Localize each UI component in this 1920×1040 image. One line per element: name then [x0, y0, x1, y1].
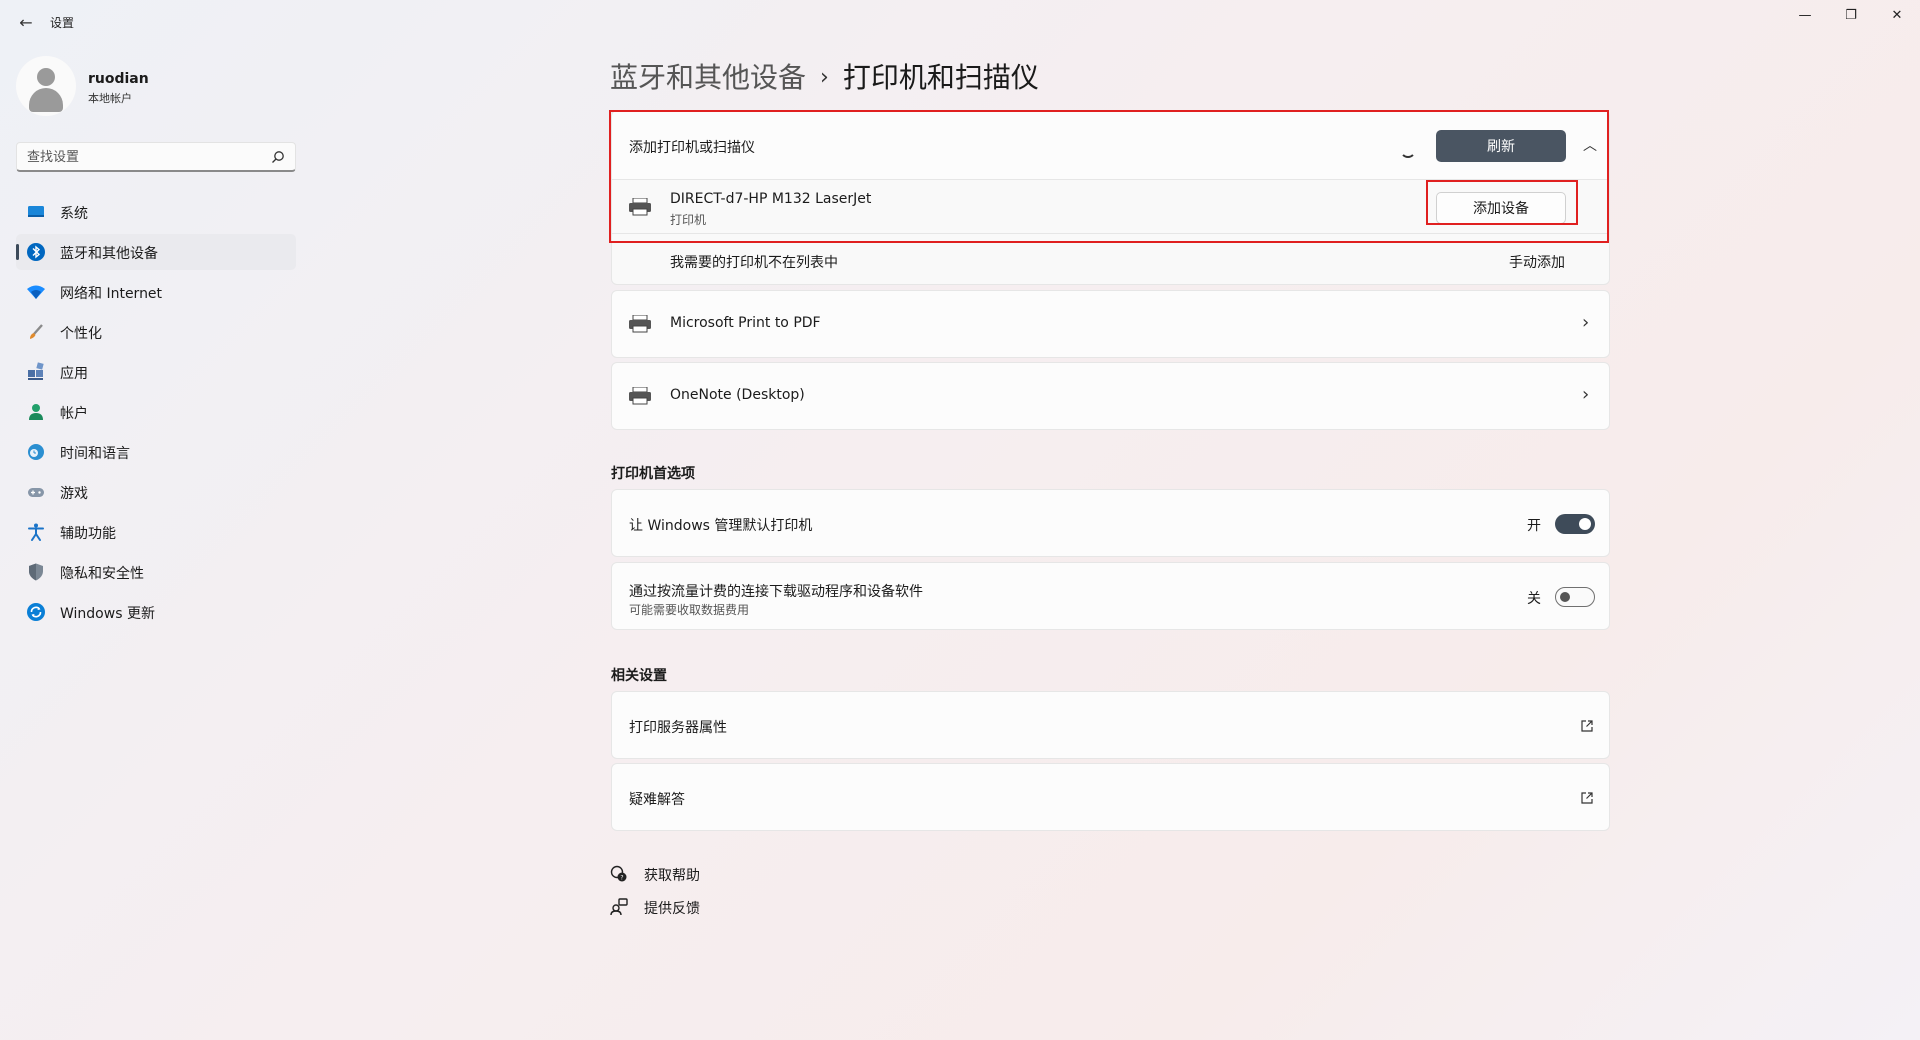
sidebar-item-label: 隐私和安全性: [60, 566, 144, 582]
sidebar-item-time-language[interactable]: 时间和语言: [16, 434, 296, 470]
avatar-body: [29, 88, 63, 112]
print-server-properties-row[interactable]: 打印服务器属性: [611, 691, 1610, 759]
sidebar-item-personalization[interactable]: 个性化: [16, 314, 296, 350]
search-input[interactable]: [17, 143, 257, 171]
update-icon: [27, 603, 45, 621]
accessibility-icon: [28, 523, 44, 541]
apps-icon: [28, 362, 44, 380]
window-title: 设置: [50, 16, 75, 30]
related-settings-heading: 相关设置: [611, 668, 667, 684]
manual-add-button[interactable]: 手动添加: [1509, 252, 1565, 272]
printer-name: Microsoft Print to PDF: [670, 315, 821, 331]
not-listed-text: 我需要的打印机不在列表中: [670, 255, 838, 271]
refresh-button[interactable]: 刷新: [1436, 130, 1566, 162]
sidebar-item-label: 辅助功能: [60, 526, 116, 542]
sidebar-item-bluetooth[interactable]: 蓝牙和其他设备: [16, 234, 296, 270]
external-link-icon[interactable]: [1580, 719, 1594, 733]
feedback-label: 提供反馈: [644, 901, 700, 917]
page-title: 打印机和扫描仪: [842, 61, 1039, 94]
printer-prefs-heading: 打印机首选项: [611, 466, 695, 482]
metered-download-label: 通过按流量计费的连接下载驱动程序和设备软件: [629, 584, 923, 600]
system-icon: [28, 206, 44, 217]
device-name: DIRECT-d7-HP M132 LaserJet: [670, 191, 872, 207]
sidebar-item-gaming[interactable]: 游戏: [16, 474, 296, 510]
troubleshoot-label: 疑难解答: [629, 792, 685, 808]
user-name: ruodian: [88, 71, 149, 87]
printer-row[interactable]: Microsoft Print to PDF ›: [611, 290, 1610, 358]
wifi-icon: [27, 285, 45, 299]
minimize-icon[interactable]: —: [1782, 0, 1828, 32]
brush-icon: [30, 324, 43, 339]
sidebar-item-network[interactable]: 网络和 Internet: [16, 274, 296, 310]
printer-name: OneNote (Desktop): [670, 387, 805, 403]
manage-default-row: 让 Windows 管理默认打印机 开: [611, 489, 1610, 557]
printer-icon: [629, 315, 651, 333]
add-device-button[interactable]: 添加设备: [1436, 192, 1566, 224]
add-printer-title: 添加打印机或扫描仪: [629, 140, 755, 156]
close-icon[interactable]: ✕: [1874, 0, 1920, 32]
svg-text:?: ?: [620, 875, 623, 882]
chevron-right-icon[interactable]: ›: [1582, 312, 1589, 333]
sidebar-item-label: Windows 更新: [60, 606, 155, 622]
help-chat-icon: ?: [610, 865, 627, 882]
external-link-icon[interactable]: [1580, 791, 1594, 805]
breadcrumb-separator: ›: [820, 65, 829, 90]
sidebar-item-apps[interactable]: 应用: [16, 354, 296, 390]
printer-icon: [629, 198, 651, 216]
not-listed-row: 我需要的打印机不在列表中 手动添加: [611, 233, 1610, 285]
metered-download-sublabel: 可能需要收取数据费用: [629, 603, 750, 617]
bluetooth-icon: [27, 243, 45, 261]
time-language-icon: [28, 444, 44, 460]
printer-icon: [629, 387, 651, 405]
sidebar-nav: 系统 蓝牙和其他设备 网络和 Internet 个性化 应用 帐户 时间和语言 …: [16, 194, 296, 634]
get-help-label: 获取帮助: [644, 868, 700, 884]
sidebar-item-system[interactable]: 系统: [16, 194, 296, 230]
avatar[interactable]: [16, 56, 76, 116]
chevron-right-icon[interactable]: ›: [1582, 384, 1589, 405]
sidebar-item-label: 应用: [60, 366, 88, 382]
printer-row[interactable]: OneNote (Desktop) ›: [611, 362, 1610, 430]
avatar-head: [37, 68, 55, 86]
metered-download-row: 通过按流量计费的连接下载驱动程序和设备软件 可能需要收取数据费用 关: [611, 562, 1610, 630]
account-type: 本地帐户: [88, 92, 132, 105]
search-icon[interactable]: [271, 150, 285, 164]
manage-default-state: 开: [1527, 518, 1541, 534]
title-bar: ← 设置 — ❐ ✕: [0, 0, 1920, 46]
manage-default-toggle[interactable]: [1555, 514, 1595, 534]
print-server-properties-label: 打印服务器属性: [629, 720, 727, 736]
gaming-icon: [28, 488, 44, 497]
account-icon: [29, 404, 43, 420]
search-box: [16, 142, 296, 172]
loading-spinner-icon: [1400, 142, 1416, 158]
sidebar-item-label: 蓝牙和其他设备: [60, 246, 158, 262]
device-type: 打印机: [670, 213, 707, 227]
sidebar-item-windows-update[interactable]: Windows 更新: [16, 594, 296, 630]
sidebar-item-label: 系统: [60, 206, 88, 222]
back-arrow-icon[interactable]: ←: [14, 12, 38, 34]
chevron-up-icon[interactable]: ︿: [1578, 134, 1602, 158]
sidebar-item-accounts[interactable]: 帐户: [16, 394, 296, 430]
sidebar-item-label: 个性化: [60, 326, 102, 342]
sidebar-item-label: 游戏: [60, 486, 88, 502]
feedback-icon: [610, 898, 628, 916]
maximize-icon[interactable]: ❐: [1828, 0, 1874, 32]
sidebar-item-label: 时间和语言: [60, 446, 130, 462]
metered-download-state: 关: [1527, 591, 1541, 607]
breadcrumb-parent[interactable]: 蓝牙和其他设备: [610, 61, 806, 94]
sidebar-item-label: 网络和 Internet: [60, 286, 163, 302]
sidebar-item-accessibility[interactable]: 辅助功能: [16, 514, 296, 550]
sidebar-item-privacy[interactable]: 隐私和安全性: [16, 554, 296, 590]
breadcrumb: 蓝牙和其他设备 › 打印机和扫描仪: [610, 56, 1039, 96]
troubleshoot-row[interactable]: 疑难解答: [611, 763, 1610, 831]
shield-icon: [29, 563, 43, 581]
metered-download-toggle[interactable]: [1555, 587, 1595, 607]
manage-default-label: 让 Windows 管理默认打印机: [629, 518, 813, 534]
sidebar-item-label: 帐户: [60, 406, 88, 422]
